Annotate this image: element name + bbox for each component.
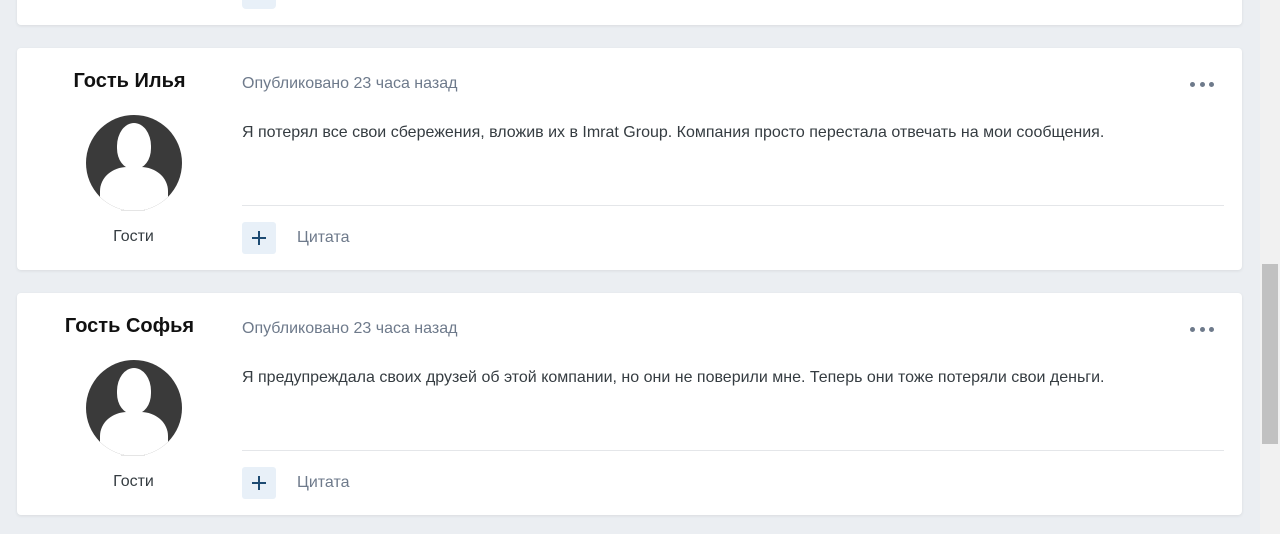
multiquote-button[interactable] xyxy=(242,222,276,254)
multiquote-button-partial[interactable] xyxy=(242,0,276,9)
post-content: Я потерял все свои сбережения, вложив их… xyxy=(242,124,1105,141)
ellipsis-icon xyxy=(1209,326,1214,332)
post-author-panel: Гость Софья Гости xyxy=(17,293,242,515)
plus-icon xyxy=(258,231,260,245)
scrollbar[interactable] xyxy=(1260,0,1280,534)
avatar-head-shape xyxy=(117,123,151,169)
avatar-head-shape xyxy=(117,368,151,414)
avatar-body-shape xyxy=(100,167,168,211)
ellipsis-icon xyxy=(1190,326,1195,332)
ellipsis-icon xyxy=(1199,81,1205,87)
ellipsis-icon xyxy=(1209,81,1214,87)
post-card: Гость Илья Гости Опубликовано 23 часа на… xyxy=(17,48,1242,270)
post-content: Я предупреждала своих друзей об этой ком… xyxy=(242,369,1105,386)
ellipsis-icon xyxy=(1199,326,1205,332)
author-name[interactable]: Гость Илья xyxy=(17,70,242,93)
more-options-button[interactable] xyxy=(1190,74,1214,94)
author-group: Гости xyxy=(113,228,154,245)
more-options-button[interactable] xyxy=(1190,319,1214,339)
previous-post-card xyxy=(17,0,1242,25)
post-divider xyxy=(242,205,1224,206)
plus-icon xyxy=(258,476,260,490)
post-author-panel: Гость Илья Гости xyxy=(17,48,242,270)
quote-button[interactable]: Цитата xyxy=(297,474,350,492)
avatar[interactable] xyxy=(86,360,182,456)
author-name[interactable]: Гость Софья xyxy=(17,315,242,338)
avatar[interactable] xyxy=(86,115,182,211)
post-divider xyxy=(242,450,1224,451)
avatar-body-shape xyxy=(100,412,168,456)
avatar-divider xyxy=(121,455,145,456)
avatar-divider xyxy=(121,210,145,211)
ellipsis-icon xyxy=(1190,81,1195,87)
post-date[interactable]: Опубликовано 23 часа назад xyxy=(242,320,457,338)
quote-button[interactable]: Цитата xyxy=(297,229,350,247)
multiquote-button[interactable] xyxy=(242,467,276,499)
post-card: Гость Софья Гости Опубликовано 23 часа н… xyxy=(17,293,1242,515)
post-date[interactable]: Опубликовано 23 часа назад xyxy=(242,75,457,93)
author-group: Гости xyxy=(113,473,154,490)
scrollbar-thumb[interactable] xyxy=(1262,264,1278,444)
